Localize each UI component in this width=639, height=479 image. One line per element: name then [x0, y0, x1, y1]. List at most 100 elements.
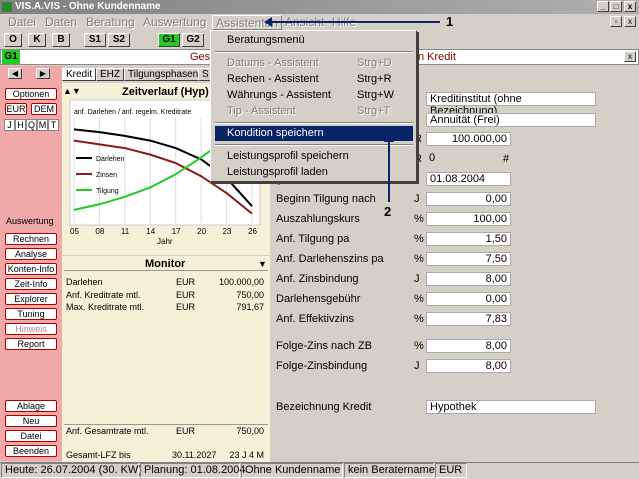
legend-label: Darlehen [96, 156, 125, 163]
form-field[interactable]: 8,00 [426, 339, 511, 353]
form-extra: # [503, 153, 510, 165]
analyse-button[interactable]: Analyse [5, 248, 57, 260]
toolbar-s1-button[interactable]: S1 [84, 33, 106, 47]
window-title-bar: VIS.A.VIS - Ohne Kundenname _ □ x [0, 0, 639, 14]
currency-eur-button[interactable]: EUR [5, 103, 27, 115]
toolbar-k-button[interactable]: K [28, 33, 46, 47]
x-tick-label: 17 [172, 227, 181, 236]
menuitem-datums-assistent[interactable]: Datums - Assistent Strg+D [215, 56, 413, 71]
tab-tilgungsphasen[interactable]: Tilgungsphasen [124, 68, 203, 81]
annotation-label-1: 1 [446, 14, 454, 29]
form-field[interactable]: Hypothek [426, 400, 596, 414]
form-field[interactable]: 100,00 [426, 212, 511, 226]
rechnen-button[interactable]: Rechnen [5, 233, 57, 245]
menuitem-rechen-assistent[interactable]: Rechen - Assistent Strg+R [215, 72, 413, 87]
status-today: Heute: 26.07.2004 (30. KW) [1, 463, 142, 478]
monitor-lfz-date: 30.11.2027 [172, 450, 217, 460]
status-advisor: kein Beratername [344, 463, 435, 478]
legend-label: Zinsen [96, 172, 117, 179]
menuitem-beratungsmenu[interactable]: Beratungsmenü [215, 33, 413, 48]
tab-ehz[interactable]: EHZ [96, 68, 124, 81]
x-tick-label: 20 [197, 227, 206, 236]
report-button[interactable]: Report [5, 338, 57, 350]
beenden-button[interactable]: Beenden [5, 445, 57, 457]
period-q-button[interactable]: Q [26, 119, 37, 131]
menuitem-leistungsprofil-laden[interactable]: Leistungsprofil laden [215, 165, 413, 180]
tab-kredit[interactable]: Kredit [62, 68, 97, 81]
monitor-divider [64, 424, 268, 425]
tuning-button[interactable]: Tuning [5, 308, 57, 320]
close-button[interactable]: x [624, 1, 636, 12]
period-h-button[interactable]: H [15, 119, 26, 131]
menu-separator [215, 51, 413, 53]
form-field[interactable]: 100.000,00 [426, 132, 511, 146]
form-label: Folge-Zinsbindung [276, 360, 368, 372]
form-field[interactable]: 01.08.2004 [426, 172, 511, 186]
hinweis-button[interactable]: Hinweis [5, 323, 57, 335]
context-close-button[interactable]: x [624, 51, 636, 62]
period-m-button[interactable]: M [37, 119, 48, 131]
toolbar-o-button[interactable]: O [4, 33, 22, 47]
ablage-button[interactable]: Ablage [5, 400, 57, 412]
form-unit: % [414, 233, 424, 245]
menu-auswertung[interactable]: Auswertung [143, 15, 206, 30]
maximize-button[interactable]: □ [610, 1, 622, 12]
options-button[interactable]: Optionen [5, 88, 57, 100]
monitor-row-value: 750,00 [236, 290, 264, 300]
monitor-row-unit: EUR [176, 290, 196, 300]
monitor-title: Monitor [145, 258, 186, 270]
menuitem-label: Rechen - Assistent [227, 73, 319, 85]
form-field[interactable]: 1,50 [426, 232, 511, 246]
neu-button[interactable]: Neu [5, 415, 57, 427]
form-field[interactable]: Kreditinstitut (ohne Bezeichnung) [426, 92, 596, 117]
form-field[interactable]: 8,00 [426, 272, 511, 286]
menuitem-leistungsprofil-speichern[interactable]: Leistungsprofil speichern [215, 149, 413, 164]
menu-beratung[interactable]: Beratung [86, 15, 135, 30]
menuitem-shortcut: Strg+T [357, 105, 391, 117]
annotation-label-2: 2 [384, 204, 392, 219]
form-field[interactable]: 7,50 [426, 252, 511, 266]
toolbar-g2-button[interactable]: G2 [182, 33, 204, 47]
nav-left-button[interactable]: ◀ [8, 68, 22, 79]
menu-datei[interactable]: Datei [8, 15, 36, 30]
datei-button[interactable]: Datei [5, 430, 57, 442]
monitor-row-unit: EUR [176, 302, 196, 312]
window-title: VIS.A.VIS - Ohne Kundenname [15, 1, 161, 12]
toolbar-g1-button[interactable]: G1 [158, 33, 180, 47]
period-t-button[interactable]: T [48, 119, 59, 131]
monitor-chevron-icon[interactable]: ▼ [258, 259, 267, 269]
zeit-info-button[interactable]: Zeit-Info [5, 278, 57, 290]
status-planung: Planung: 01.08.2004 [140, 463, 246, 478]
minimize-button[interactable]: _ [597, 1, 609, 12]
chart-xticks: 05 08 11 14 17 20 23 26 [70, 227, 257, 236]
toolbar-b-button[interactable]: B [52, 33, 70, 47]
menu-separator [215, 144, 413, 146]
explorer-button[interactable]: Explorer [5, 293, 57, 305]
context-tag: G1 [2, 50, 20, 64]
monitor-row-value: 100.000,00 [218, 277, 264, 287]
toolbar-s2-button[interactable]: S2 [108, 33, 130, 47]
form-field[interactable]: 0,00 [426, 192, 511, 206]
x-tick-label: 11 [121, 227, 130, 236]
form-field[interactable]: 0,00 [426, 292, 511, 306]
currency-dem-button[interactable]: DEM [31, 103, 57, 115]
menu-daten[interactable]: Daten [45, 15, 77, 30]
chart-collapse-icon[interactable]: ▲▼ [63, 86, 81, 96]
menuitem-wahrungs-assistent[interactable]: Währungs - Assistent Strg+W [215, 88, 413, 103]
context-text-right: n Kredit [418, 51, 456, 63]
mdi-close-button[interactable]: x [624, 16, 636, 27]
nav-right-button[interactable]: ▶ [36, 68, 50, 79]
form-field[interactable]: 8,00 [426, 359, 511, 373]
monitor-row-label: Darlehen [66, 277, 103, 287]
monitor-gesamt-value: 750,00 [236, 426, 264, 436]
arrow-up-icon [384, 134, 394, 142]
mdi-restore-button[interactable]: ▫ [610, 16, 622, 27]
form-field[interactable]: 0 [426, 152, 511, 166]
menuitem-tip-assistent[interactable]: Tip - Assistent Strg+T [215, 104, 413, 119]
period-j-button[interactable]: J [4, 119, 15, 131]
form-unit: % [414, 293, 424, 305]
form-field[interactable]: Annuität (Frei) [426, 113, 596, 127]
konten-info-button[interactable]: Konten-Info [5, 263, 57, 275]
form-field[interactable]: 7,83 [426, 312, 511, 326]
chart-xlabel: Jahr [157, 237, 173, 246]
